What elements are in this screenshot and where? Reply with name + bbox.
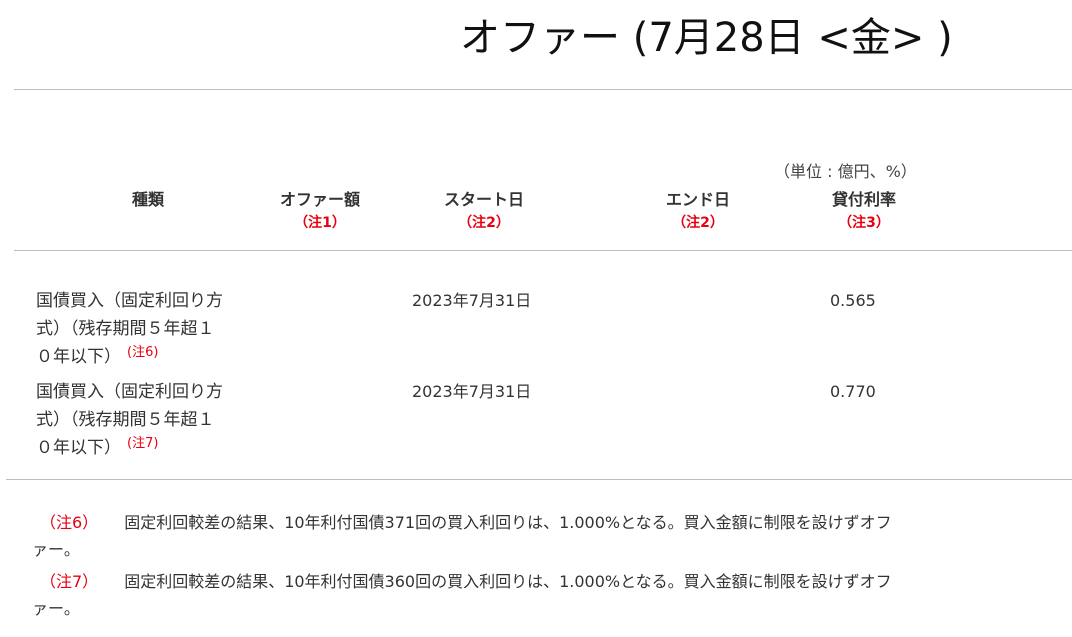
row-rate: 0.770 [830,382,876,401]
row-start-date: 2023年7月31日 [412,291,532,310]
row-type-line: 式）（残存期間５年超１ [36,410,215,430]
row-rate: 0.565 [830,291,876,310]
row-type-line-3: ０年以下） (注7) [36,434,246,464]
header-rate-label: 貸付利率 [831,190,896,209]
unit-note: （単位 : 億円、%） [774,162,917,181]
page: オファー (7月28日 <金> ) （単位 : 億円、%） 種類 オファー額 （… [0,0,1072,637]
row-type-line: ０年以下） [36,438,121,458]
header-end-date-label: エンド日 [665,190,730,209]
footnote-label: （注7） [40,572,99,591]
header-offer-amount: オファー額 （注1） [260,188,380,234]
row-type-cell: 国債買入（固定利回り方 式）（残存期間５年超１ ０年以下） (注6) [36,287,246,373]
header-end-date: エンド日 （注2） [638,188,758,234]
header-type-label: 種類 [131,190,164,209]
row-type-line: 国債買入（固定利回り方 [36,382,223,402]
table-bottom-divider [6,479,1072,480]
header-type: 種類 [100,188,196,212]
footnote-label: （注6） [40,513,99,532]
header-start-date-label: スタート日 [443,190,524,209]
header-start-date: スタート日 （注2） [424,188,544,234]
header-divider [14,250,1072,251]
row-note-link[interactable]: (注7) [127,436,158,451]
header-rate-note: （注3） [838,215,890,231]
row-type-cell: 国債買入（固定利回り方 式）（残存期間５年超１ ０年以下） (注7) [36,378,246,464]
header-offer-amount-label: オファー額 [279,190,360,209]
row-note-link[interactable]: (注6) [127,345,158,360]
row-type-line-3: ０年以下） (注6) [36,343,246,373]
title-divider [14,89,1072,90]
footnote-text: 固定利回較差の結果、10年利付国債371回の買入利回りは、1.000%となる。買… [32,513,892,559]
footnote-text: 固定利回較差の結果、10年利付国債360回の買入利回りは、1.000%となる。買… [32,572,892,618]
footnote-7: （注7） 固定利回較差の結果、10年利付国債360回の買入利回りは、1.000%と… [32,568,902,622]
header-end-date-note: （注2） [672,215,724,231]
footnote-6: （注6） 固定利回較差の結果、10年利付国債371回の買入利回りは、1.000%と… [32,509,902,563]
header-start-date-note: （注2） [458,215,510,231]
row-type-line: 式）（残存期間５年超１ [36,319,215,339]
page-title: オファー (7月28日 <金> ) [460,15,953,61]
row-type-line: 国債買入（固定利回り方 [36,291,223,311]
row-type-line: ０年以下） [36,347,121,367]
header-rate: 貸付利率 （注3） [804,188,924,234]
row-start-date: 2023年7月31日 [412,382,532,401]
header-offer-amount-note: （注1） [294,215,346,231]
